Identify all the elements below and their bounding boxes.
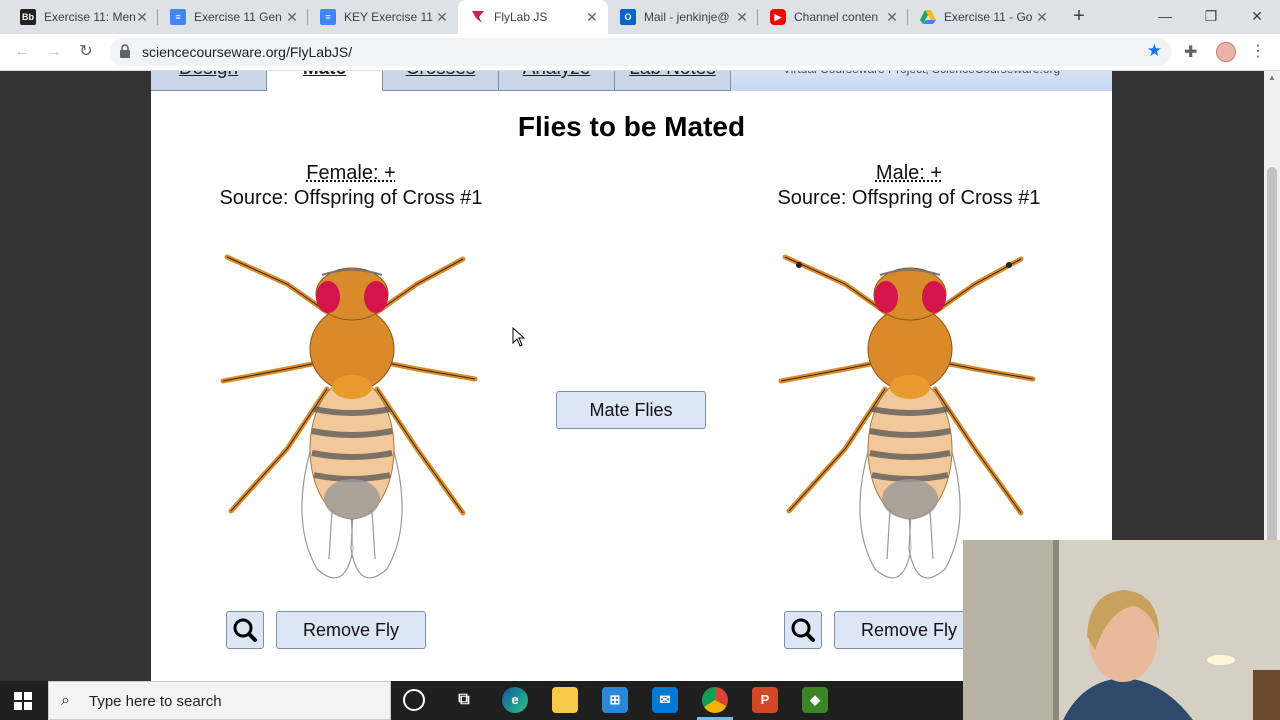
forward-icon[interactable]: →: [42, 40, 66, 64]
cortana-icon[interactable]: [403, 689, 425, 711]
blackboard-icon: Bb: [20, 9, 36, 25]
tab-title: Exercise 11 Gen: [194, 10, 282, 24]
close-icon[interactable]: ✕: [284, 9, 300, 25]
kebab-menu-icon[interactable]: ⋮: [1250, 41, 1266, 61]
tab-title: FlyLab JS: [494, 10, 548, 24]
tab-title: Exercise 11: Men: [44, 10, 136, 24]
minecraft-education-icon[interactable]: ◆: [802, 687, 828, 713]
extensions-puzzle-icon[interactable]: ✚: [1184, 42, 1197, 62]
female-genotype-label: Female: +: [306, 162, 396, 184]
address-bar[interactable]: sciencecourseware.org/FlyLabJS/ ★: [110, 38, 1172, 66]
google-drive-icon: [920, 9, 936, 25]
reload-icon[interactable]: ↻: [74, 40, 98, 64]
male-parent-info: Male: + Source: Offspring of Cross #1: [729, 161, 1089, 211]
page-title: Flies to be Mated: [517, 111, 746, 142]
magnify-female-button[interactable]: [226, 611, 264, 649]
magnifier-icon: [791, 618, 815, 642]
chrome-icon[interactable]: [702, 687, 728, 713]
female-source-label: Source: Offspring of Cross #1: [219, 187, 483, 209]
powerpoint-icon[interactable]: P: [752, 687, 778, 713]
tab-lab-notes[interactable]: Lab Notes: [615, 71, 731, 91]
youtube-icon: ▶: [770, 9, 786, 25]
browser-tab[interactable]: O Mail - jenkinje@ ✕: [608, 0, 758, 34]
store-icon[interactable]: ⊞: [602, 687, 628, 713]
browser-tab[interactable]: ▶ Channel conten ✕: [758, 0, 908, 34]
avatar[interactable]: [1216, 42, 1236, 62]
outlook-icon: O: [620, 9, 636, 25]
url-text: sciencecourseware.org/FlyLabJS/: [142, 44, 353, 60]
webcam-video-overlay: [963, 540, 1280, 720]
browser-tab[interactable]: ≡ Exercise 11 Gen ✕: [158, 0, 308, 34]
browser-tab[interactable]: Bb Exercise 11: Men ✕: [8, 0, 158, 34]
browser-tab[interactable]: Exercise 11 - Go ✕: [908, 0, 1058, 34]
lock-icon: [120, 44, 130, 58]
edge-icon[interactable]: e: [502, 687, 528, 713]
mate-flies-button[interactable]: Mate Flies: [556, 391, 706, 429]
female-parent-info: Female: + Source: Offspring of Cross #1: [171, 161, 531, 211]
tab-title: Mail - jenkinje@: [644, 10, 730, 24]
close-window-button[interactable]: ✕: [1234, 2, 1280, 30]
magnifier-icon: [233, 618, 257, 642]
google-docs-icon: ≡: [170, 9, 186, 25]
flylab-icon: [470, 9, 486, 25]
tab-title: Exercise 11 - Go: [944, 10, 1033, 24]
new-tab-button[interactable]: +: [1068, 5, 1090, 27]
tab-title: KEY Exercise 11: [344, 10, 433, 24]
browser-tab[interactable]: ≡ KEY Exercise 11 ✕: [308, 0, 458, 34]
close-icon[interactable]: ✕: [734, 9, 750, 25]
browser-tab-strip: Bb Exercise 11: Men ✕ ≡ Exercise 11 Gen …: [0, 0, 1280, 34]
male-fly-image: [778, 254, 1036, 579]
taskbar-search-placeholder: Type here to search: [89, 693, 222, 710]
male-genotype-label: Male: +: [875, 162, 943, 184]
file-explorer-icon[interactable]: [552, 687, 578, 713]
browser-toolbar: ← → ↻ sciencecourseware.org/FlyLabJS/ ★ …: [0, 34, 1280, 71]
close-icon[interactable]: ✕: [134, 9, 150, 25]
close-icon[interactable]: ✕: [434, 9, 450, 25]
magnify-male-button[interactable]: [784, 611, 822, 649]
tab-analyze[interactable]: Analyze: [499, 71, 615, 91]
mouse-cursor-icon: [512, 327, 526, 347]
tab-mate[interactable]: Mate: [267, 71, 383, 91]
male-source-label: Source: Offspring of Cross #1: [777, 187, 1041, 209]
close-icon[interactable]: ✕: [884, 9, 900, 25]
browser-tab-active[interactable]: FlyLab JS ✕: [458, 0, 608, 34]
female-fly-image: [220, 254, 478, 579]
remove-female-button[interactable]: Remove Fly: [276, 611, 426, 649]
taskbar-search-box[interactable]: ⌕ Type here to search: [48, 681, 391, 720]
restore-button[interactable]: ❐: [1188, 2, 1234, 30]
search-icon: ⌕: [61, 692, 70, 709]
remove-male-button[interactable]: Remove Fly: [834, 611, 984, 649]
bookmark-star-icon[interactable]: ★: [1147, 41, 1162, 61]
back-icon[interactable]: ←: [10, 40, 34, 64]
close-icon[interactable]: ✕: [1034, 9, 1050, 25]
windows-start-icon[interactable]: [14, 692, 32, 710]
minimize-button[interactable]: —: [1142, 2, 1188, 30]
google-docs-icon: ≡: [320, 9, 336, 25]
credit-text: Virtual Courseware Project, ScienceCours…: [731, 71, 1112, 91]
task-view-icon[interactable]: ⧉: [451, 687, 477, 713]
scroll-up-arrow-icon[interactable]: ▲: [1268, 73, 1276, 82]
tab-title: Channel conten: [794, 10, 879, 24]
mail-icon[interactable]: ✉: [652, 687, 678, 713]
tab-design[interactable]: Design: [151, 71, 267, 91]
tab-crosses[interactable]: Crosses: [383, 71, 499, 91]
close-icon[interactable]: ✕: [584, 9, 600, 25]
app-tab-bar: Design Mate Crosses Analyze Lab Notes Vi…: [151, 71, 1112, 91]
